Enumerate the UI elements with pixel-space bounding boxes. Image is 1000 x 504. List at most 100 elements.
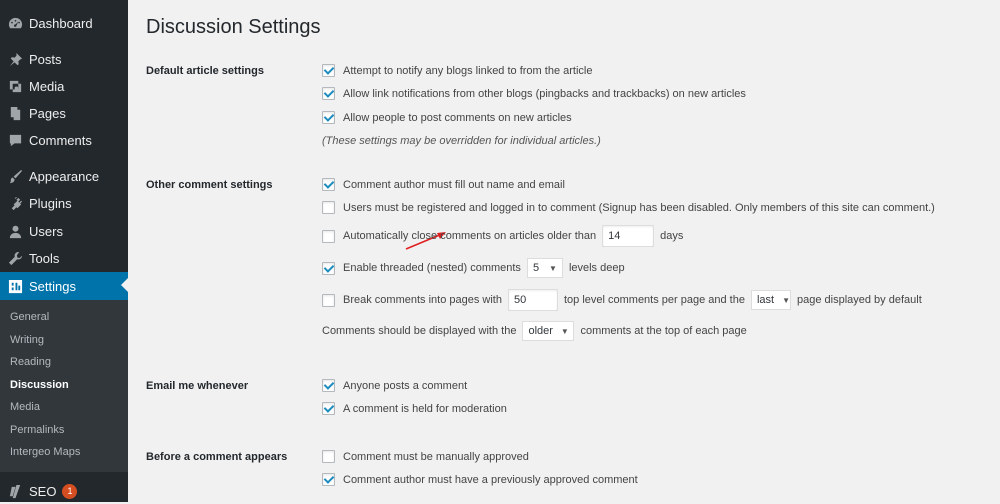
- submenu-item-discussion[interactable]: Discussion: [10, 378, 69, 392]
- yoast-icon: [7, 483, 23, 499]
- option-label: Users must be registered and logged in t…: [343, 201, 935, 214]
- submenu-item-general[interactable]: General: [10, 310, 49, 324]
- option-row: Break comments into pages with 50 top le…: [322, 289, 922, 311]
- option-label: Attempt to notify any blogs linked to fr…: [343, 64, 593, 77]
- menu-item-comments[interactable]: Comments: [0, 127, 128, 153]
- menu-label: Posts: [29, 51, 62, 67]
- chevron-down-icon: ▼: [560, 326, 569, 336]
- checkbox-require-name-email[interactable]: [322, 178, 335, 191]
- option-row: Anyone posts a comment: [322, 379, 467, 392]
- menu-item-users[interactable]: Users: [0, 218, 128, 244]
- admin-sidebar: Dashboard Posts Media Pages Comments App…: [0, 0, 128, 502]
- menu-item-posts[interactable]: Posts: [0, 46, 128, 72]
- chevron-down-icon: ▼: [782, 295, 791, 305]
- menu-label: Plugins: [29, 195, 72, 211]
- option-row: Automatically close comments on articles…: [322, 225, 683, 247]
- option-label: Break comments into pages with: [343, 294, 502, 306]
- user-icon: [7, 223, 23, 239]
- select-value: 5: [532, 262, 540, 274]
- default-page-select[interactable]: last ▼: [750, 290, 791, 310]
- menu-item-plugins[interactable]: Plugins: [0, 190, 128, 216]
- checkbox-auto-close-comments[interactable]: [322, 229, 335, 243]
- menu-item-dashboard[interactable]: Dashboard: [0, 10, 128, 36]
- submenu-item-permalinks[interactable]: Permalinks: [10, 423, 64, 437]
- submenu-item-media[interactable]: Media: [10, 400, 40, 414]
- option-row: Attempt to notify any blogs linked to fr…: [322, 64, 592, 77]
- settings-note: (These settings may be overridden for in…: [322, 135, 601, 147]
- menu-label: Dashboard: [29, 15, 93, 31]
- menu-label: Pages: [29, 105, 66, 121]
- option-row: Comment author must have a previously ap…: [322, 473, 638, 486]
- section-label-other-comment: Other comment settings: [146, 179, 273, 191]
- menu-item-tools[interactable]: Tools: [0, 245, 128, 271]
- wrench-icon: [7, 250, 23, 266]
- option-label: days: [660, 230, 684, 242]
- menu-label: SEO: [29, 483, 57, 499]
- checkbox-require-registration[interactable]: [322, 201, 335, 214]
- comments-per-page-input[interactable]: 50: [507, 289, 558, 311]
- main-content: Discussion Settings Default article sett…: [128, 0, 1000, 502]
- checkbox-email-on-comment[interactable]: [322, 379, 335, 392]
- select-value: last: [756, 294, 775, 306]
- option-label: Automatically close comments on articles…: [343, 230, 597, 242]
- dashboard-icon: [7, 15, 23, 31]
- option-label: Allow link notifications from other blog…: [343, 87, 746, 100]
- menu-label: Settings: [29, 278, 76, 294]
- checkbox-previously-approved[interactable]: [322, 473, 335, 486]
- option-label: Comment author must fill out name and em…: [343, 178, 565, 191]
- brush-icon: [7, 168, 23, 184]
- menu-item-seo[interactable]: SEO 1: [0, 478, 128, 504]
- close-days-input[interactable]: 14: [602, 225, 655, 247]
- chevron-down-icon: ▼: [549, 263, 557, 273]
- option-row: Users must be registered and logged in t…: [322, 201, 935, 214]
- option-label: comments at the top of each page: [580, 325, 747, 337]
- checkbox-email-on-moderation[interactable]: [322, 402, 335, 415]
- settings-icon: [7, 278, 23, 294]
- option-row: Comments should be displayed with the ol…: [322, 321, 747, 341]
- checkbox-allow-comments[interactable]: [322, 111, 335, 124]
- menu-label: Users: [29, 223, 63, 239]
- option-label: Comment must be manually approved: [343, 450, 529, 463]
- option-row: Comment must be manually approved: [322, 450, 529, 463]
- menu-item-pages[interactable]: Pages: [0, 100, 128, 126]
- media-icon: [7, 78, 23, 94]
- checkbox-break-pages[interactable]: [322, 293, 335, 307]
- select-value: older: [528, 325, 553, 337]
- notification-badge: 1: [62, 483, 78, 499]
- pages-icon: [7, 105, 23, 121]
- checkbox-allow-pingbacks[interactable]: [322, 87, 335, 100]
- submenu-item-reading[interactable]: Reading: [10, 355, 51, 369]
- option-label: levels deep: [568, 262, 625, 274]
- menu-label: Media: [29, 78, 65, 94]
- option-label: page displayed by default: [796, 294, 922, 306]
- option-label: top level comments per page and the: [563, 294, 745, 306]
- submenu-item-intergeo-maps[interactable]: Intergeo Maps: [10, 445, 80, 459]
- menu-item-appearance[interactable]: Appearance: [0, 163, 128, 189]
- checkbox-threaded-comments[interactable]: [322, 261, 335, 275]
- option-row: Comment author must fill out name and em…: [322, 178, 565, 191]
- option-label: A comment is held for moderation: [343, 402, 507, 415]
- plug-icon: [7, 195, 23, 211]
- comment-icon: [7, 132, 23, 148]
- checkbox-manual-approval[interactable]: [322, 450, 335, 463]
- option-label: Allow people to post comments on new art…: [343, 111, 572, 124]
- comment-order-select[interactable]: older ▼: [522, 321, 575, 341]
- menu-item-settings[interactable]: Settings: [0, 272, 128, 300]
- menu-label: Appearance: [29, 168, 100, 184]
- option-row: Allow link notifications from other blog…: [322, 87, 746, 100]
- option-label: Comments should be displayed with the: [322, 325, 517, 337]
- option-row: A comment is held for moderation: [322, 402, 507, 415]
- pin-icon: [7, 51, 23, 67]
- option-row: Allow people to post comments on new art…: [322, 111, 572, 124]
- option-label: Comment author must have a previously ap…: [343, 473, 638, 486]
- thread-depth-select[interactable]: 5 ▼: [526, 258, 563, 278]
- section-label-before-appears: Before a comment appears: [146, 451, 288, 463]
- menu-item-media[interactable]: Media: [0, 73, 128, 99]
- settings-submenu: General Writing Reading Discussion Media…: [0, 300, 128, 472]
- option-label: Anyone posts a comment: [343, 379, 468, 392]
- submenu-item-writing[interactable]: Writing: [10, 333, 44, 347]
- option-row: Enable threaded (nested) comments 5 ▼ le…: [322, 258, 625, 278]
- section-label-email-me: Email me whenever: [146, 380, 249, 392]
- checkbox-notify-blogs[interactable]: [322, 64, 335, 77]
- section-label-default-article: Default article settings: [146, 65, 264, 77]
